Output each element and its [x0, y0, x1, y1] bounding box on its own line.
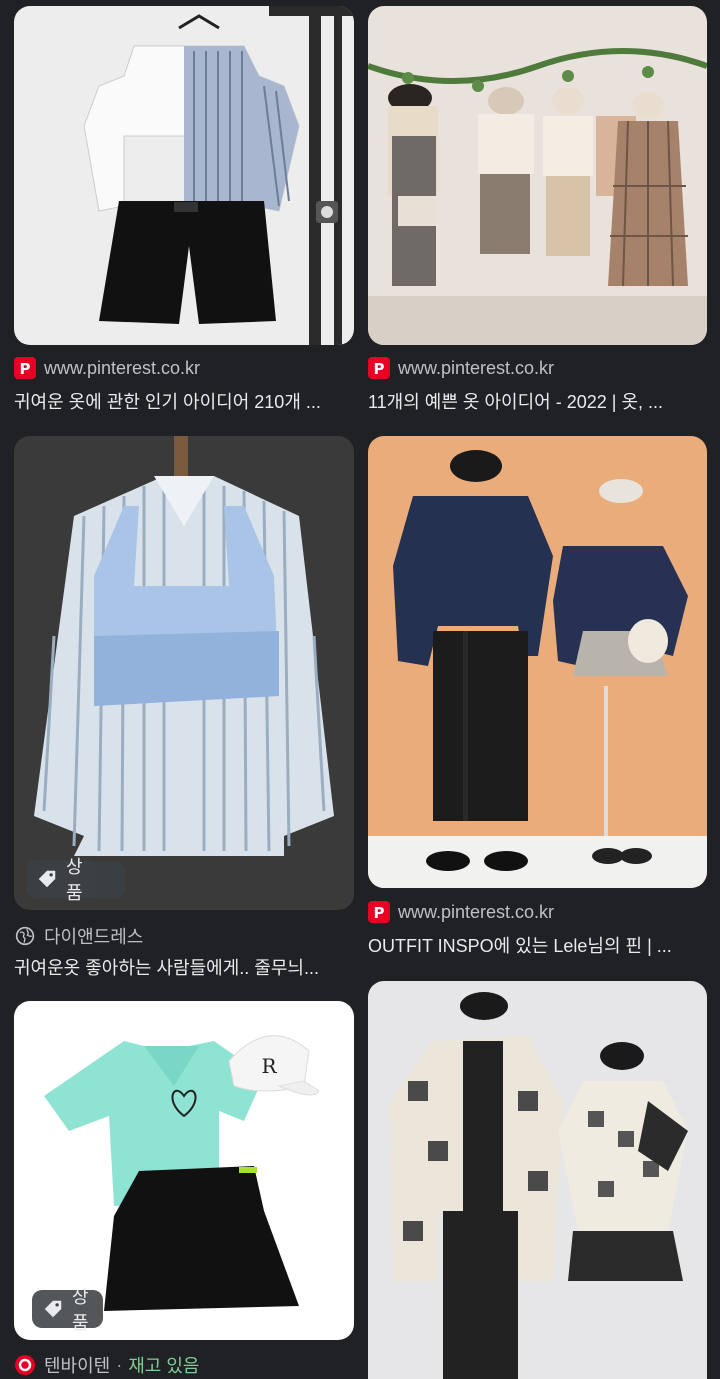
- result-source-text: www.pinterest.co.kr: [44, 357, 201, 378]
- result-source-text: www.pinterest.co.kr: [398, 901, 555, 922]
- result-source-1[interactable]: P www.pinterest.co.kr: [14, 357, 200, 379]
- svg-text:P: P: [20, 360, 31, 378]
- pinterest-icon: P: [368, 357, 390, 379]
- result-image-4[interactable]: [368, 436, 707, 888]
- svg-text:P: P: [374, 360, 385, 378]
- stock-status: 재고 있음: [128, 1356, 200, 1376]
- product-badge: 상품: [26, 857, 97, 903]
- result-title-1[interactable]: 귀여운 옷에 관한 인기 아이디어 210개 ...: [14, 388, 354, 414]
- result-source-3[interactable]: 다이앤드레스: [14, 923, 143, 949]
- result-source-4[interactable]: P www.pinterest.co.kr: [368, 901, 554, 923]
- svg-text:P: P: [374, 904, 385, 922]
- result-image-1[interactable]: [14, 6, 354, 345]
- result-source-text: www.pinterest.co.kr: [398, 357, 555, 378]
- result-title-2[interactable]: 11개의 예쁜 옷 아이디어 - 2022 | 옷, ...: [368, 388, 707, 414]
- globe-icon: [14, 925, 36, 947]
- result-source-text: 다이앤드레스: [44, 927, 144, 947]
- result-source-5[interactable]: 텐바이텐 · 재고 있음: [14, 1352, 200, 1378]
- tenbyten-icon: [14, 1354, 36, 1376]
- svg-text:R: R: [261, 1054, 277, 1078]
- result-image-2[interactable]: [368, 6, 707, 345]
- result-title-3[interactable]: 귀여운옷 좋아하는 사람들에게.. 줄무늬...: [14, 954, 354, 980]
- result-source-text: 텐바이텐: [44, 1356, 111, 1376]
- tag-icon: [36, 868, 58, 890]
- result-image-6[interactable]: [368, 981, 707, 1379]
- product-badge: 상품: [32, 1287, 103, 1333]
- pinterest-icon: P: [14, 357, 36, 379]
- tag-icon: [42, 1298, 64, 1320]
- result-title-4[interactable]: OUTFIT INSPO에 있는 Lele님의 핀 | ...: [368, 932, 707, 958]
- result-image-3[interactable]: [14, 436, 354, 910]
- separator-dot: ·: [116, 1354, 123, 1375]
- pinterest-icon: P: [368, 901, 390, 923]
- result-source-2[interactable]: P www.pinterest.co.kr: [368, 357, 554, 379]
